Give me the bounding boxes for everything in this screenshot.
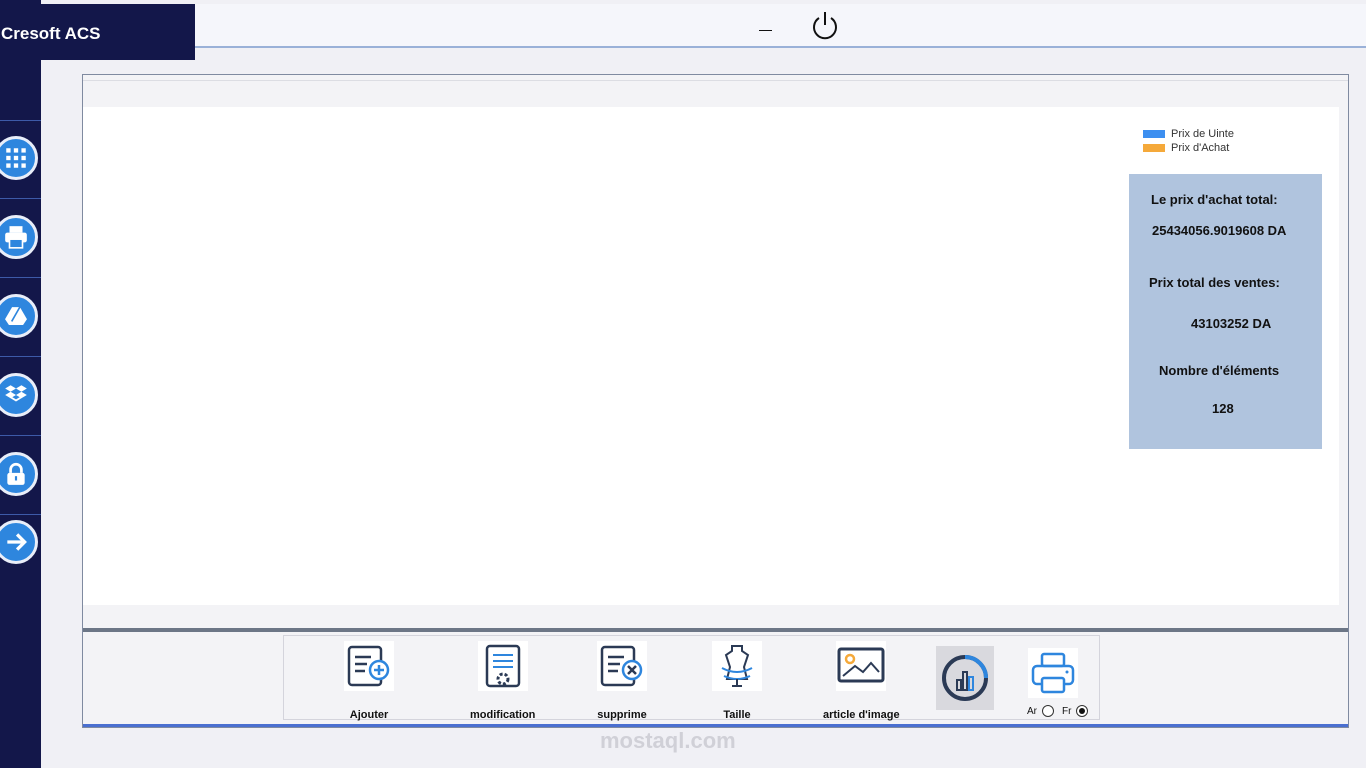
sidebar-item-dropbox[interactable] — [0, 373, 38, 417]
sidebar-item-drive[interactable] — [0, 294, 38, 338]
app-title: Cresoft ACS — [0, 4, 195, 60]
legend-item-sale-price: Prix de Uinte — [1143, 127, 1234, 141]
edit-label: modification — [470, 709, 536, 721]
edit-document-icon — [485, 644, 520, 688]
delete-document-icon — [600, 645, 643, 687]
printer-icon — [5, 226, 27, 249]
legend-label: Prix d'Achat — [1171, 142, 1230, 154]
language-selector: Ar Fr — [1027, 705, 1096, 717]
main-panel: Prix de Uinte Prix d'Achat Le prix d'ach… — [82, 74, 1349, 728]
size-button[interactable]: Taille — [712, 641, 762, 721]
stats-panel: Le prix d'achat total: 25434056.9019608 … — [1129, 174, 1322, 449]
image-button[interactable]: article d'image — [823, 641, 900, 721]
donut-chart-icon — [942, 655, 988, 701]
sidebar — [0, 0, 41, 768]
minimize-button[interactable] — [759, 30, 772, 31]
lang-fr-label: Fr — [1062, 705, 1072, 717]
sidebar-divider — [0, 356, 41, 357]
sales-total-value: 43103252 DA — [1191, 316, 1272, 331]
image-label: article d'image — [823, 709, 900, 721]
printer-icon — [1031, 652, 1075, 694]
legend-item-purchase-price: Prix d'Achat — [1143, 141, 1234, 155]
sidebar-divider — [0, 514, 41, 515]
print-button[interactable] — [1028, 648, 1078, 698]
google-drive-icon — [3, 305, 29, 327]
chart-button[interactable] — [936, 646, 994, 710]
toolbar: Ajouter modification supprime Taille art… — [283, 635, 1100, 721]
chart-legend: Prix de Uinte Prix d'Achat — [1143, 127, 1234, 155]
sidebar-divider — [0, 198, 41, 199]
power-icon[interactable] — [809, 10, 841, 42]
legend-swatch — [1143, 130, 1165, 138]
panel-bottom-border — [83, 724, 1348, 727]
arrow-right-icon — [7, 533, 27, 551]
items-count-value: 128 — [1212, 401, 1234, 416]
grid-icon — [6, 148, 26, 168]
panel-divider — [83, 80, 1348, 81]
add-button[interactable]: Ajouter — [344, 641, 394, 721]
items-count-label: Nombre d'éléments — [1159, 363, 1280, 378]
image-icon — [837, 647, 885, 683]
size-label: Taille — [723, 709, 751, 721]
legend-label: Prix de Uinte — [1171, 128, 1234, 140]
add-document-icon — [347, 645, 390, 687]
toolbar-divider — [83, 628, 1348, 632]
sidebar-item-lock[interactable] — [0, 452, 38, 496]
purchase-total-label: Le prix d'achat total: — [1151, 192, 1278, 207]
sales-total-label: Prix total des ventes: — [1149, 275, 1280, 290]
delete-button[interactable]: supprime — [597, 641, 647, 721]
watermark: mostaql.com — [600, 728, 736, 753]
add-label: Ajouter — [349, 709, 389, 721]
lang-fr-radio[interactable] — [1076, 705, 1089, 717]
edit-button[interactable]: modification — [470, 641, 535, 721]
sidebar-item-next[interactable] — [0, 520, 38, 564]
lang-ar-radio[interactable] — [1042, 705, 1054, 717]
purchase-total-value: 25434056.9019608 DA — [1152, 223, 1287, 238]
sidebar-item-apps[interactable] — [0, 136, 38, 180]
sidebar-divider — [0, 120, 41, 121]
sidebar-item-print[interactable] — [0, 215, 38, 259]
lang-ar-label: Ar — [1027, 705, 1037, 717]
legend-swatch — [1143, 144, 1165, 152]
top-bar — [195, 4, 1366, 48]
mannequin-icon — [721, 645, 753, 687]
lock-icon — [7, 462, 25, 485]
chart-area: Prix de Uinte Prix d'Achat Le prix d'ach… — [83, 107, 1339, 605]
dropbox-icon — [5, 385, 27, 402]
delete-label: supprime — [597, 709, 647, 721]
sidebar-divider — [0, 435, 41, 436]
sidebar-divider — [0, 277, 41, 278]
